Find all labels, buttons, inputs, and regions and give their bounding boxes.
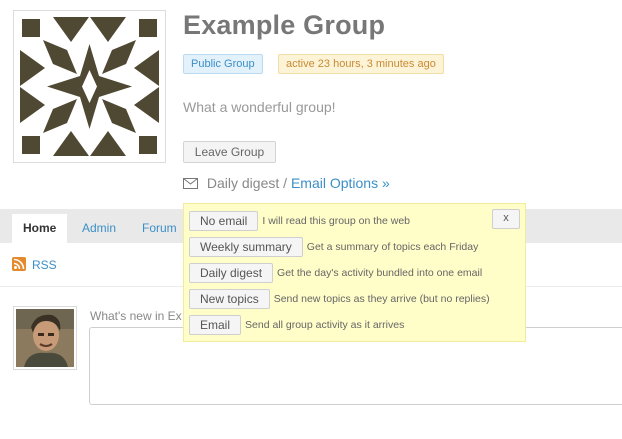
tab-home[interactable]: Home (12, 214, 68, 243)
group-title: Example Group (183, 10, 386, 40)
no-email-button[interactable]: No email (189, 211, 259, 231)
daily-digest-button[interactable]: Daily digest (189, 263, 274, 283)
user-photo-icon (16, 309, 74, 367)
envelope-icon (183, 176, 198, 192)
email-separator: / (283, 175, 288, 191)
option-description: Get a summary of topics each Friday (306, 241, 479, 253)
all-email-button[interactable]: Email (189, 315, 242, 335)
email-option-row: No email I will read this group on the we… (189, 211, 410, 231)
leave-group-button[interactable]: Leave Group (183, 141, 276, 163)
email-options-popup: x No email I will read this group on the … (183, 203, 526, 342)
option-description: Send new topics as they arrive (but no r… (273, 293, 490, 305)
public-group-badge: Public Group (183, 54, 263, 74)
rss-link[interactable]: RSS (12, 257, 57, 272)
user-avatar (13, 306, 77, 370)
email-options-link[interactable]: Email Options » (291, 175, 390, 191)
tab-forum[interactable]: Forum (131, 214, 188, 243)
weekly-summary-button[interactable]: Weekly summary (189, 237, 303, 257)
option-description: I will read this group on the web (262, 215, 411, 227)
new-topics-button[interactable]: New topics (189, 289, 270, 309)
email-option-row: Email Send all group activity as it arriv… (189, 315, 404, 335)
whats-new-prompt: What's new in Ex (90, 309, 182, 323)
current-email-setting: Daily digest (206, 175, 280, 191)
tab-admin[interactable]: Admin (71, 214, 127, 243)
popup-close-button[interactable]: x (492, 209, 520, 229)
group-avatar-pattern-icon (20, 17, 159, 156)
email-option-row: Weekly summary Get a summary of topics ea… (189, 237, 478, 257)
option-description: Get the day's activity bundled into one … (277, 267, 483, 279)
rss-icon (12, 257, 26, 271)
group-avatar (13, 10, 166, 163)
activity-badge: active 23 hours, 3 minutes ago (278, 54, 444, 74)
email-option-row: Daily digest Get the day's activity bundl… (189, 263, 482, 283)
rss-label: RSS (32, 258, 57, 272)
option-description: Send all group activity as it arrives (245, 319, 405, 331)
group-description: What a wonderful group! (183, 99, 336, 115)
email-subscription-line: Daily digest / Email Options » (183, 175, 390, 192)
email-option-row: New topics Send new topics as they arrive… (189, 289, 490, 309)
